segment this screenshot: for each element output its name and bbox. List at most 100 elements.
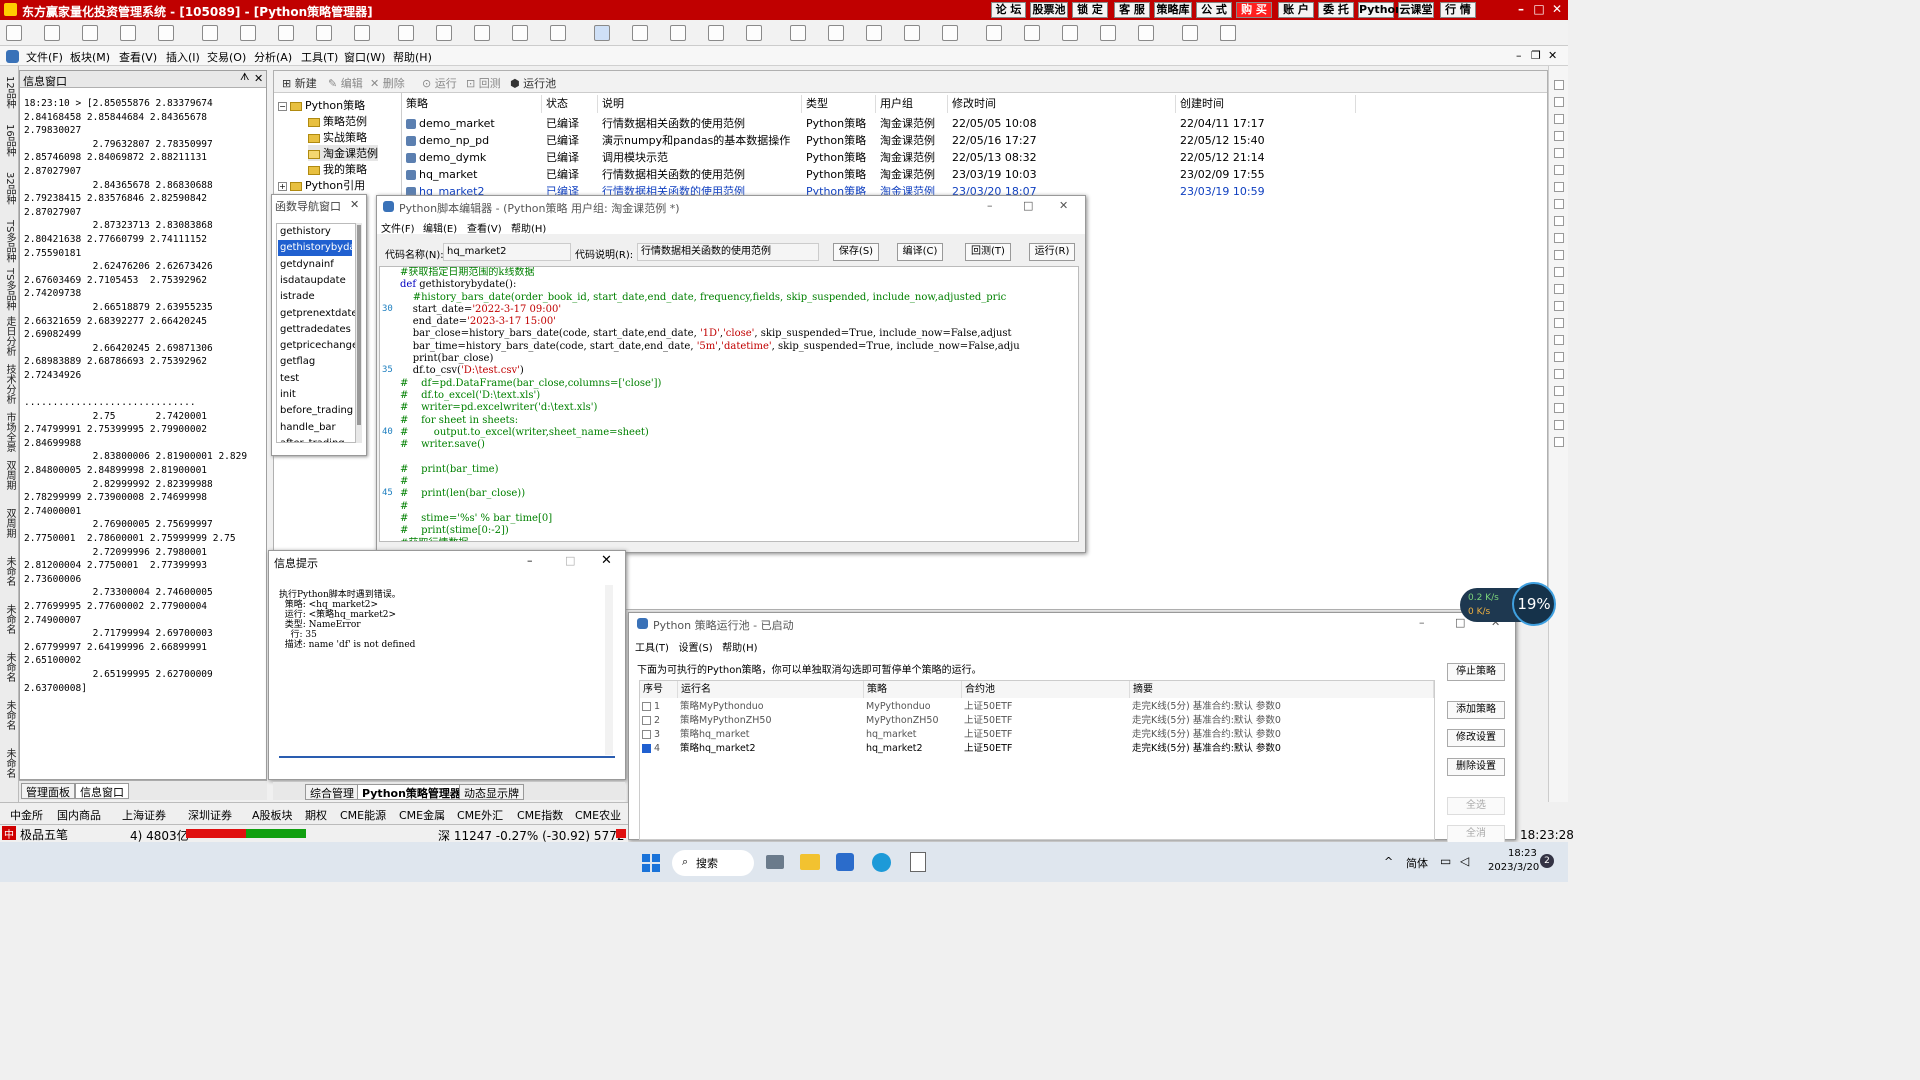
bracket-icon[interactable] xyxy=(790,25,806,41)
left-tab-2[interactable]: 32品种 xyxy=(2,172,17,205)
table-row[interactable]: demo_market 已编译 行情数据相关函数的使用范例 Python策略 淘金课范例… xyxy=(402,115,1548,132)
table-icon[interactable] xyxy=(708,25,724,41)
home-icon[interactable] xyxy=(6,25,22,41)
zoom-out-icon[interactable] xyxy=(512,25,528,41)
close-icon[interactable]: ✕ xyxy=(254,72,263,85)
menu-help[interactable]: 帮助(H) xyxy=(393,49,432,65)
minimize-icon[interactable]: – xyxy=(987,199,993,212)
save-button[interactable]: 保存(S) xyxy=(833,243,879,261)
market-tab-7[interactable]: CME金属 xyxy=(399,807,445,823)
menu-file[interactable]: 文件(F) xyxy=(26,49,63,65)
add-strategy-button[interactable]: 添加策略 xyxy=(1447,701,1505,719)
left-tab-10[interactable]: 未命名 xyxy=(2,556,17,586)
right-tool-icon[interactable] xyxy=(1554,267,1564,277)
editor-menu-edit[interactable]: 编辑(E) xyxy=(423,220,457,235)
code-line[interactable]: # for sheet in sheets: xyxy=(400,415,1076,427)
code-line[interactable]: # print(stime[0:-2]) xyxy=(400,525,1076,537)
menu-analysis[interactable]: 分析(A) xyxy=(254,49,292,65)
market-tab-4[interactable]: A股板块 xyxy=(252,807,293,823)
pool-row[interactable]: 4 策略hq_market2 hq_market2 上证50ETF 走完K线(5分) 基… xyxy=(640,742,1434,756)
lock-icon[interactable] xyxy=(1024,25,1040,41)
code-line[interactable]: # df.to_excel('D:\text.xls') xyxy=(400,390,1076,402)
code-line[interactable]: # xyxy=(400,501,1076,513)
tab-info-window[interactable]: 信息窗口 xyxy=(75,783,129,799)
left-tab-13[interactable]: 未命名 xyxy=(2,700,17,730)
top-button-10[interactable]: 云课堂 xyxy=(1398,2,1434,18)
right-tool-icon[interactable] xyxy=(1554,199,1564,209)
right-tool-icon[interactable] xyxy=(1554,318,1564,328)
function-item[interactable]: isdataupdate xyxy=(278,273,352,289)
market-tab-1[interactable]: 国内商品 xyxy=(57,807,101,823)
delete-strategy-button[interactable]: ✕ 删除 xyxy=(370,75,405,91)
function-item[interactable]: handle_bar xyxy=(278,420,352,436)
stop-strategy-button[interactable]: 停止策略 xyxy=(1447,663,1505,681)
code-line[interactable]: #获取行情数据 xyxy=(400,538,1076,541)
pool-row[interactable]: 3 策略hq_market hq_market 上证50ETF 走完K线(5分) 基准合… xyxy=(640,728,1434,742)
function-item[interactable]: after_trading xyxy=(278,436,352,442)
code-line[interactable]: # stime='%s' % bar_time[0] xyxy=(400,513,1076,525)
start-icon[interactable] xyxy=(642,854,660,872)
top-button-1[interactable]: 股票池 xyxy=(1030,2,1068,18)
left-tab-6[interactable]: 技术分析 xyxy=(2,364,17,404)
menu-view[interactable]: 查看(V) xyxy=(119,49,157,65)
notepad-icon[interactable] xyxy=(910,852,926,872)
left-tab-9[interactable]: 双周期 xyxy=(2,508,17,538)
circle-icon[interactable] xyxy=(904,25,920,41)
code-line[interactable]: start_date='2022-3-17 09:00' xyxy=(400,304,1076,316)
pool-column-header-3[interactable]: 合约池 xyxy=(962,681,1130,698)
market-tab-2[interactable]: 上海证券 xyxy=(122,807,166,823)
tree-node-examples[interactable]: 策略范例 xyxy=(308,113,367,129)
close-icon[interactable]: ✕ xyxy=(601,553,612,568)
hash-icon[interactable] xyxy=(828,25,844,41)
column-header-1[interactable]: 状态 xyxy=(542,95,598,113)
tree-node-python-strategy[interactable]: − Python策略 xyxy=(278,97,365,113)
right-tool-icon[interactable] xyxy=(1554,369,1564,379)
code-line[interactable]: # output.to_excel(writer,sheet_name=shee… xyxy=(400,427,1076,439)
top-button-3[interactable]: 客 服 xyxy=(1114,2,1150,18)
maximize-icon[interactable]: □ xyxy=(1023,199,1033,212)
left-tab-4[interactable]: TS多品种 xyxy=(2,268,17,310)
right-tool-icon[interactable] xyxy=(1554,97,1564,107)
settings-icon[interactable] xyxy=(550,25,566,41)
right-tool-icon[interactable] xyxy=(1554,250,1564,260)
top-button-8[interactable]: 委 托 xyxy=(1318,2,1354,18)
tree-node-my-strategy[interactable]: 我的策略 xyxy=(308,161,367,177)
filter-icon[interactable] xyxy=(354,25,370,41)
market-tab-9[interactable]: CME指数 xyxy=(517,807,563,823)
pool-column-header-0[interactable]: 序号 xyxy=(640,681,678,698)
right-tool-icon[interactable] xyxy=(1554,165,1564,175)
code-line[interactable]: df.to_csv('D:\test.csv') xyxy=(400,365,1076,377)
function-item[interactable]: istrade xyxy=(278,289,352,305)
code-line[interactable]: end_date='2023-3-17 15:00' xyxy=(400,316,1076,328)
collapse-icon[interactable]: − xyxy=(278,101,287,111)
deselect-all-button[interactable]: 全消 xyxy=(1447,825,1505,843)
top-button-5[interactable]: 公 式 xyxy=(1196,2,1232,18)
market-tab-8[interactable]: CME外汇 xyxy=(457,807,503,823)
mdi-minimize-icon[interactable]: – xyxy=(1516,49,1522,62)
right-tool-icon[interactable] xyxy=(1554,80,1564,90)
market-tab-0[interactable]: 中金所 xyxy=(10,807,43,823)
table-row[interactable]: hq_market 已编译 行情数据相关函数的使用范例 Python策略 淘金课范例 23… xyxy=(402,166,1548,183)
mdi-restore-icon[interactable]: ❐ xyxy=(1531,49,1541,62)
column-header-2[interactable]: 说明 xyxy=(598,95,802,113)
dollar-icon[interactable] xyxy=(316,25,332,41)
left-tab-0[interactable]: 12品种 xyxy=(2,76,17,109)
editor-menu-file[interactable]: 文件(F) xyxy=(381,220,415,235)
code-line[interactable]: print(bar_close) xyxy=(400,353,1076,365)
pool-row[interactable]: 1 策略MyPythonduo MyPythonduo 上证50ETF 走完K线(5分)… xyxy=(640,700,1434,714)
function-item[interactable]: gethistorybydate xyxy=(278,240,355,257)
close-icon[interactable]: ✕ xyxy=(350,198,359,211)
edge-icon[interactable] xyxy=(872,853,891,872)
function-item[interactable]: getflag xyxy=(278,354,352,370)
table-row[interactable]: demo_np_pd 已编译 演示numpy和pandas的基本数据操作 Python… xyxy=(402,132,1548,149)
network-icon[interactable]: ▭ xyxy=(1440,854,1451,868)
left-tab-11[interactable]: 未命名 xyxy=(2,604,17,634)
code-desc-input[interactable]: 行情数据相关函数的使用范例 xyxy=(637,243,819,261)
right-tool-icon[interactable] xyxy=(1554,301,1564,311)
run-checkbox[interactable] xyxy=(642,730,651,739)
column-header-4[interactable]: 用户组 xyxy=(876,95,948,113)
delete-icon[interactable] xyxy=(1100,25,1116,41)
right-tool-icon[interactable] xyxy=(1554,216,1564,226)
refresh-icon[interactable] xyxy=(120,25,136,41)
magnet-icon[interactable] xyxy=(986,25,1002,41)
